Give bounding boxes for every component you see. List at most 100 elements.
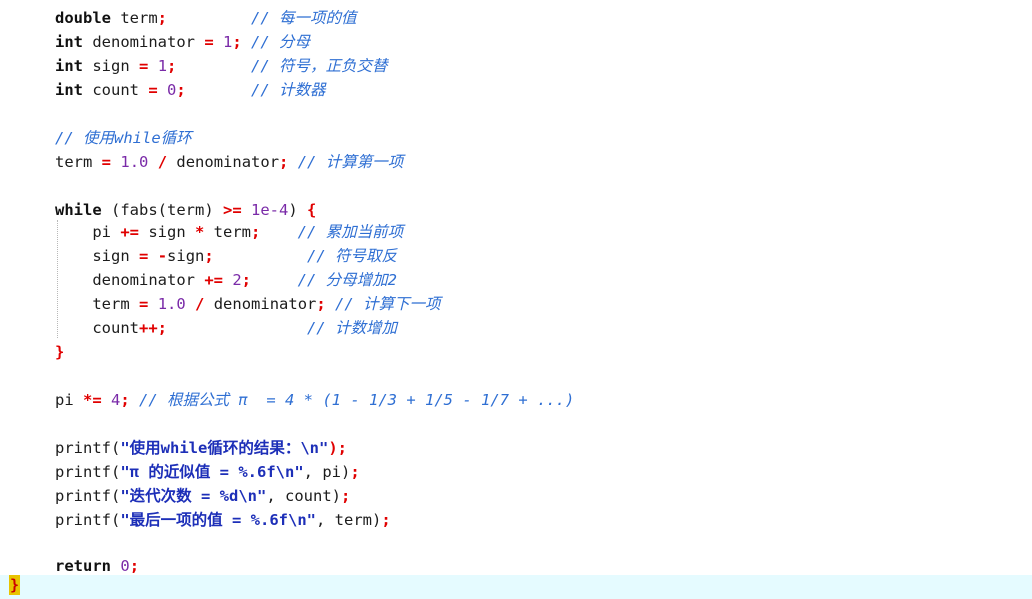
code-token: sign xyxy=(139,223,195,241)
code-token: ; xyxy=(204,247,214,265)
code-line[interactable]: printf("迭代次数 = %d\n", count); xyxy=(0,484,1032,508)
code-token: ; xyxy=(120,391,130,409)
code-token: , pi) xyxy=(303,463,351,481)
code-token: = xyxy=(204,33,214,51)
code-token: // 累加当前项 xyxy=(260,223,404,241)
code-token: = xyxy=(101,153,112,171)
code-line[interactable]: pi += sign * term; // 累加当前项 xyxy=(0,220,1032,244)
code-token: 1 xyxy=(157,57,168,75)
code-token: 1e-4 xyxy=(251,201,289,219)
code-token: += xyxy=(120,223,139,241)
code-line[interactable]: return 0; xyxy=(0,554,1032,578)
code-token: denominator xyxy=(83,33,205,51)
code-token: ; xyxy=(251,223,261,241)
code-token: ; xyxy=(350,463,360,481)
code-token: denominator xyxy=(204,295,317,313)
code-token: // 每一项的值 xyxy=(167,9,357,27)
code-line[interactable]: sign = -sign; // 符号取反 xyxy=(0,244,1032,268)
code-line[interactable]: term = 1.0 / denominator; // 计算第一项 xyxy=(0,150,1032,174)
code-line[interactable]: while (fabs(term) >= 1e-4) { xyxy=(0,198,1032,222)
code-token: int xyxy=(55,57,83,75)
code-token: >= xyxy=(223,201,242,219)
code-token: ; xyxy=(316,295,326,313)
code-line[interactable]: int count = 0; // 计数器 xyxy=(0,78,1032,102)
code-token: ) xyxy=(288,201,308,219)
code-token: ; xyxy=(279,153,289,171)
code-token: count xyxy=(55,319,139,337)
code-token: printf( xyxy=(55,439,121,457)
code-line[interactable] xyxy=(0,364,1032,388)
code-token: { xyxy=(307,201,317,219)
code-line[interactable]: int denominator = 1; // 分母 xyxy=(0,30,1032,54)
code-token: } xyxy=(55,343,65,361)
code-token: " xyxy=(306,511,316,529)
code-token: \n xyxy=(238,487,257,505)
code-line[interactable]: pi *= 4; // 根据公式 π = 4 * (1 - 1/3 + 1/5 … xyxy=(0,388,1032,412)
code-token: = xyxy=(139,295,149,313)
code-line[interactable] xyxy=(0,575,1032,599)
code-token: return xyxy=(55,557,111,575)
code-token: printf( xyxy=(55,463,121,481)
code-token: // 根据公式 π = 4 * (1 - 1/3 + 1/5 - 1/7 + .… xyxy=(129,391,575,409)
code-token: ; xyxy=(381,511,391,529)
code-token: term xyxy=(204,223,252,241)
code-token: 1.0 xyxy=(157,295,186,313)
code-token: "最后一项的值 = %.6f xyxy=(120,511,288,529)
code-token: // 计数器 xyxy=(185,81,326,99)
code-token: term xyxy=(111,9,158,27)
code-editor[interactable]: return 0; printf("最后一项的值 = %.6f\n", term)… xyxy=(0,0,1032,599)
code-token: 2 xyxy=(232,271,242,289)
code-line[interactable]: count++; // 计数增加 xyxy=(0,316,1032,340)
code-token: "使用while循环的结果： xyxy=(120,439,301,457)
code-token: ; xyxy=(232,33,242,51)
code-token: " xyxy=(294,463,304,481)
code-token: = xyxy=(148,81,158,99)
code-token: ++; xyxy=(139,319,167,337)
code-token: // 使用while循环 xyxy=(55,129,192,147)
code-token: ; xyxy=(129,557,140,575)
code-token: count xyxy=(83,81,149,99)
code-token: denominator xyxy=(55,271,205,289)
code-token: // 分母 xyxy=(241,33,311,51)
code-line[interactable]: // 使用while循环 xyxy=(0,126,1032,150)
code-line[interactable]: } xyxy=(0,340,1032,364)
code-token: ; xyxy=(167,57,177,75)
code-token: ; xyxy=(157,9,168,27)
code-token: // 符号，正负交替 xyxy=(176,57,388,75)
code-token: 4 xyxy=(111,391,121,409)
code-line[interactable] xyxy=(0,102,1032,126)
code-token: pi xyxy=(55,391,83,409)
code-line[interactable] xyxy=(0,174,1032,198)
code-line[interactable]: term = 1.0 / denominator; // 计算下一项 xyxy=(0,292,1032,316)
code-token: // 计算第一项 xyxy=(288,153,404,171)
code-token: printf( xyxy=(55,487,121,505)
code-line[interactable] xyxy=(0,412,1032,436)
code-line[interactable]: printf("最后一项的值 = %.6f\n", term); xyxy=(0,508,1032,532)
matching-brace-marker[interactable]: } xyxy=(9,575,20,595)
code-token: \n xyxy=(287,511,307,529)
code-line[interactable]: denominator += 2; // 分母增加2 xyxy=(0,268,1032,292)
code-line[interactable]: double term; // 每一项的值 xyxy=(0,6,1032,30)
code-line[interactable]: int sign = 1; // 符号，正负交替 xyxy=(0,54,1032,78)
code-token: printf( xyxy=(55,511,121,529)
code-token: / xyxy=(195,295,205,313)
code-token: // 符号取反 xyxy=(213,247,398,265)
code-token: ; xyxy=(341,487,351,505)
code-token: \n xyxy=(275,463,295,481)
code-token: - xyxy=(157,247,168,265)
code-line[interactable] xyxy=(0,532,1032,556)
code-line[interactable]: printf("π 的近似值 = %.6f\n", pi); xyxy=(0,460,1032,484)
code-token: \n xyxy=(300,439,319,457)
code-token: = xyxy=(139,247,149,265)
code-token: while xyxy=(55,201,102,219)
code-line[interactable]: printf("使用while循环的结果：\n"); xyxy=(0,436,1032,460)
code-token: // 计数增加 xyxy=(167,319,397,337)
code-token: ); xyxy=(328,439,348,457)
